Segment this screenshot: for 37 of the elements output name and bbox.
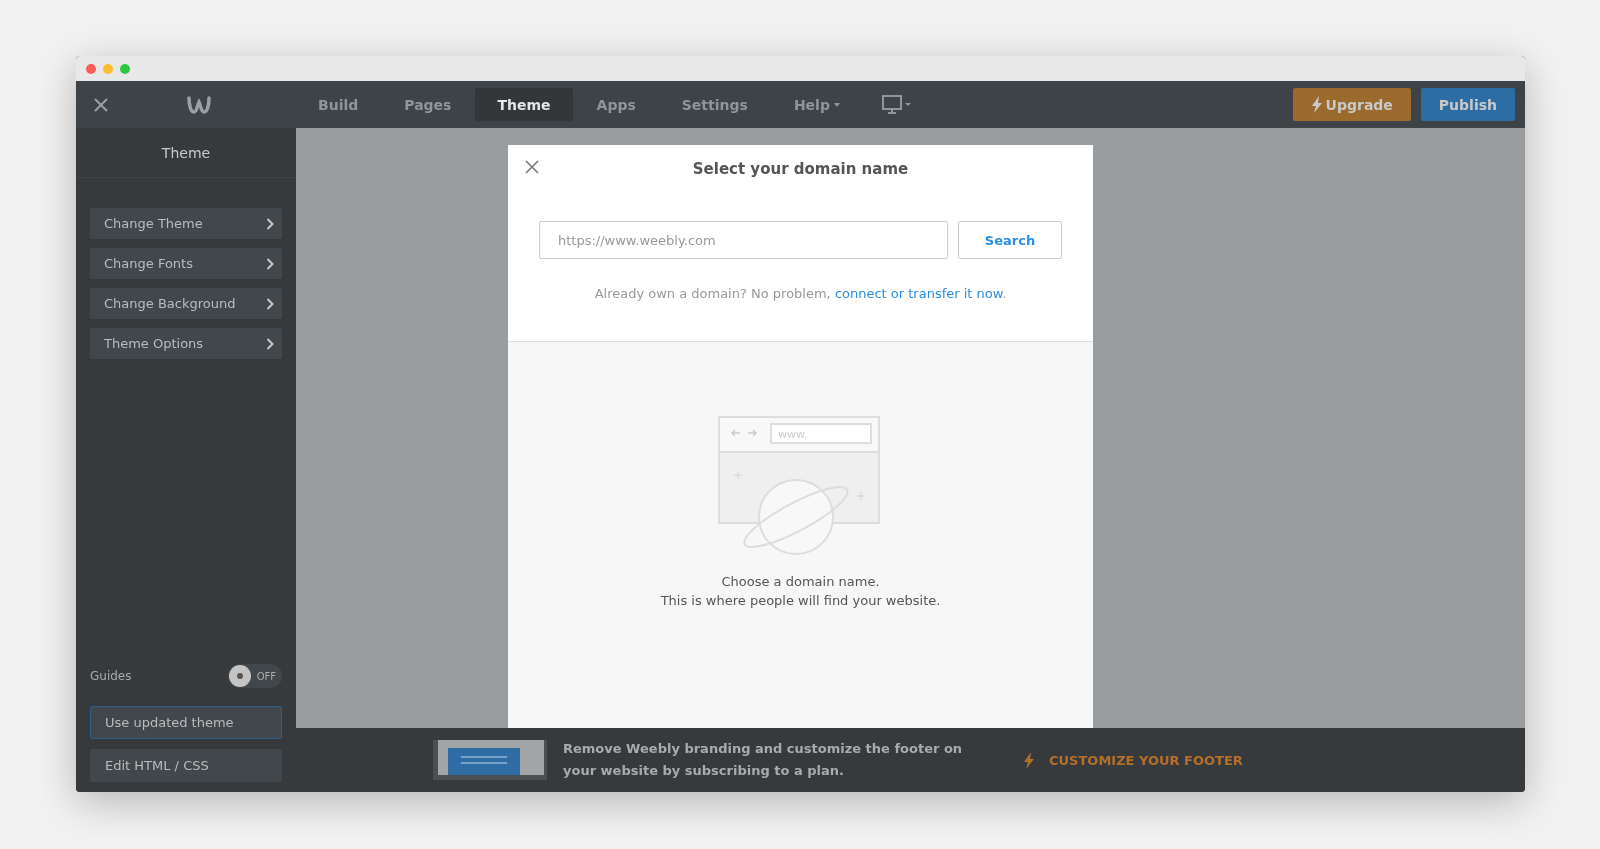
domain-input[interactable]: https://www.weebly.com — [539, 221, 948, 259]
nav-tab[interactable]: Apps — [574, 88, 658, 121]
monitor-icon[interactable] — [881, 94, 912, 115]
upgrade-button[interactable]: Upgrade — [1292, 88, 1411, 121]
nav-tab[interactable]: Build — [296, 88, 381, 121]
sidebar-item[interactable]: Change Fonts — [90, 248, 282, 279]
guides-toggle[interactable]: OFF — [228, 664, 282, 688]
sidebar-item[interactable]: Change Theme — [90, 208, 282, 239]
close-icon[interactable] — [524, 159, 540, 175]
close-icon[interactable] — [94, 97, 108, 112]
guides-label: Guides — [90, 669, 132, 683]
chevron-right-icon — [266, 297, 274, 310]
chevron-right-icon — [266, 257, 274, 270]
sidebar-item[interactable]: Change Background — [90, 288, 282, 319]
sidebar-button[interactable]: Edit HTML / CSS — [90, 749, 282, 782]
sidebar-item[interactable]: Theme Options — [90, 328, 282, 359]
nav-tab[interactable]: Settings — [659, 88, 770, 121]
customize-footer-link[interactable]: CUSTOMIZE YOUR FOOTER — [1023, 751, 1243, 769]
lightning-icon — [1310, 96, 1323, 113]
nav-tab[interactable]: Help — [771, 88, 862, 121]
nav-tab[interactable]: Theme — [475, 88, 573, 121]
empty-state-text: This is where people will find your website. — [660, 593, 941, 608]
logo-icon — [186, 94, 212, 115]
lightning-icon — [1023, 751, 1035, 769]
domain-note: Already own a domain? No problem, connect or transfer it now. — [594, 286, 1007, 301]
chevron-right-icon — [266, 337, 274, 350]
sidebar-button[interactable]: Use updated theme — [90, 706, 282, 739]
nav-tab[interactable]: Pages — [382, 88, 474, 121]
dialog-title: Select your domain name — [692, 160, 909, 178]
footer-message: Remove Weebly branding and customize the footer on your website by subscribing to a plan. — [563, 740, 964, 780]
publish-button[interactable]: Publish — [1420, 88, 1515, 121]
search-button[interactable]: Search — [958, 221, 1062, 259]
close-window-button[interactable] — [86, 63, 96, 74]
maximize-window-button[interactable] — [120, 63, 130, 74]
sidebar-title: Theme — [161, 144, 211, 161]
empty-state-text: Choose a domain name. — [721, 574, 880, 589]
chevron-right-icon — [266, 217, 274, 230]
